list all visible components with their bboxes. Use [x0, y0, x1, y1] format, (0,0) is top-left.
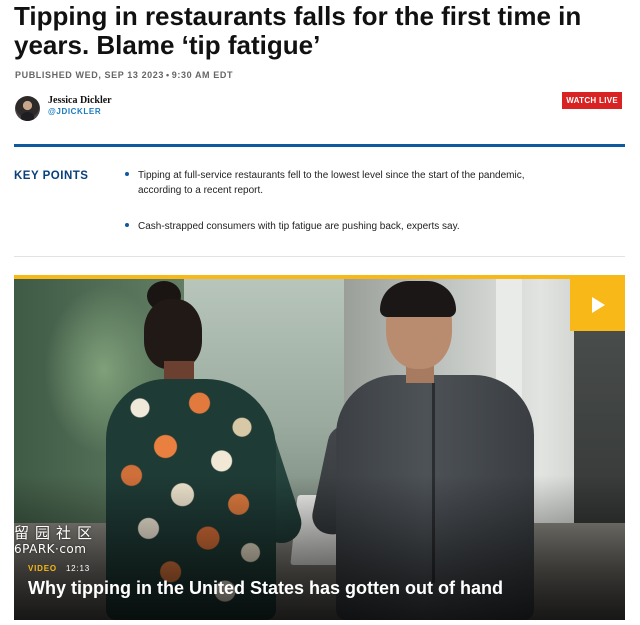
key-points-title: KEY POINTS — [14, 170, 89, 182]
section-divider — [14, 256, 625, 257]
watch-live-button[interactable]: WATCH LIVE — [562, 92, 622, 109]
published-time: 9:30 AM EDT — [171, 70, 234, 80]
video-play-button[interactable] — [570, 279, 625, 331]
published-timestamp: PUBLISHED WED, SEP 13 2023 • 9:30 AM EDT — [15, 70, 233, 80]
author-byline: Jessica Dickler @JDICKLER WATCH LIVE — [15, 92, 625, 125]
author-avatar[interactable] — [15, 96, 40, 121]
video-meta: VIDEO 12:13 — [28, 564, 90, 573]
video-tag: VIDEO — [28, 564, 57, 573]
video-duration: 12:13 — [65, 564, 90, 573]
video-accent-bar — [14, 275, 625, 279]
watermark-site: 6PARK·com — [14, 542, 87, 556]
key-point-item: Tipping at full-service restaurants fell… — [124, 168, 544, 198]
author-name[interactable]: Jessica Dickler — [48, 95, 112, 106]
published-label: PUBLISHED — [15, 70, 73, 80]
site-watermark: 留园社区 6PARK·com — [14, 524, 98, 556]
watermark-chinese: 留园社区 — [14, 524, 99, 542]
video-player[interactable]: 留园社区 6PARK·com VIDEO 12:13 Why tipping i… — [14, 275, 625, 620]
key-points-rule — [14, 144, 625, 147]
article-headline: Tipping in restaurants falls for the fir… — [14, 1, 582, 60]
key-points-list: Tipping at full-service restaurants fell… — [124, 168, 544, 255]
published-date: WED, SEP 13 2023 — [75, 70, 164, 80]
published-separator: • — [166, 70, 170, 80]
key-point-item: Cash-strapped consumers with tip fatigue… — [124, 219, 544, 234]
play-icon — [591, 297, 605, 313]
video-title[interactable]: Why tipping in the United States has got… — [28, 577, 503, 599]
author-handle[interactable]: @JDICKLER — [48, 107, 101, 116]
